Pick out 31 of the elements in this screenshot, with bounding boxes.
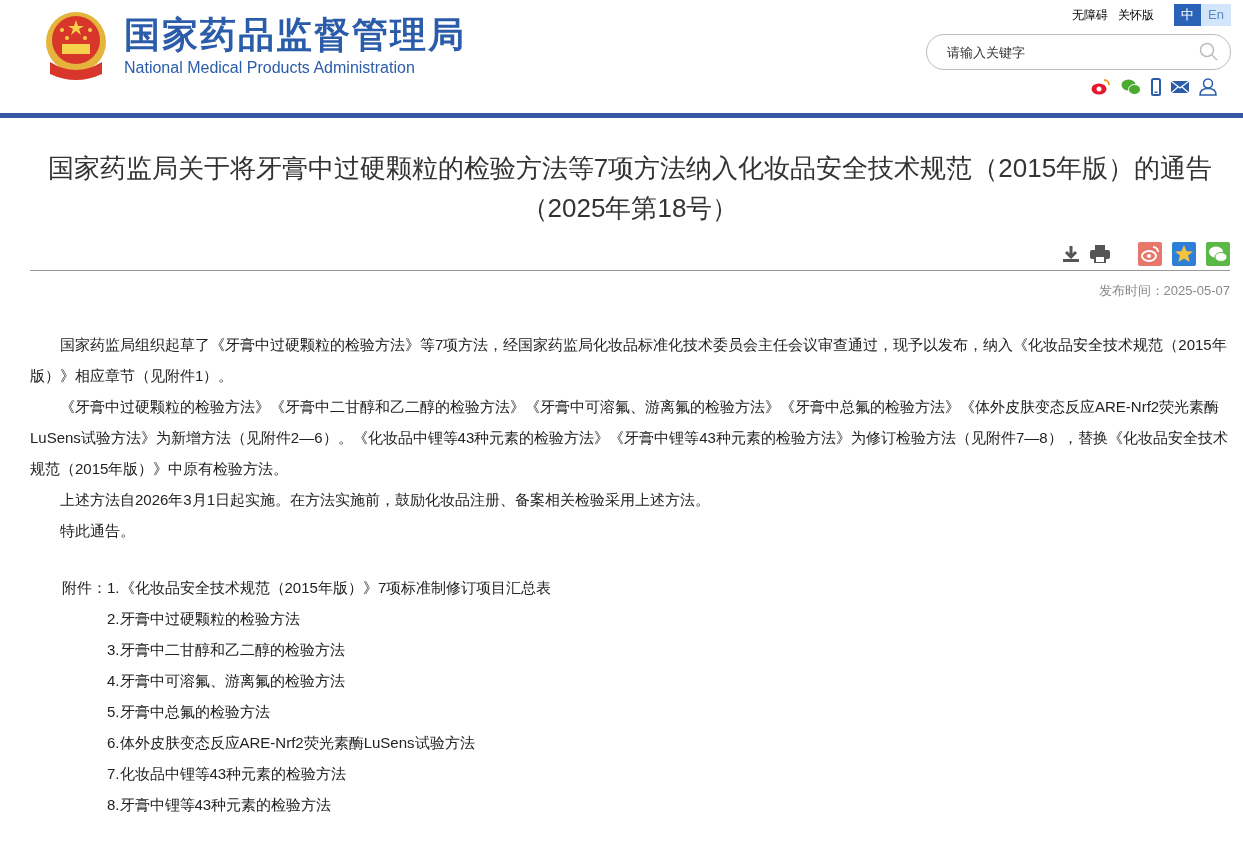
paragraph: 国家药监局组织起草了《牙膏中过硬颗粒的检验方法》等7项方法，经国家药监局化妆品标准化技术委员会主任会议审查通过，现予以发布，纳入《化妆品安全技术规范（2015年版）》相应章节（见附件1）。 <box>30 334 1228 386</box>
user-icon[interactable] <box>1199 78 1217 96</box>
top-link[interactable]: 关怀版 <box>1118 6 1155 24</box>
attachment-link[interactable]: 6.体外皮肤变态反应ARE-Nrf2荧光素酶LuSens试验方法 <box>107 726 475 758</box>
attachment-link[interactable]: 5.牙膏中总氟的检验方法 <box>107 695 270 727</box>
attachment-link[interactable]: 7.化妆品中锂等43种元素的检验方法 <box>107 757 347 789</box>
site-name-english: National Medical Products Administration <box>124 57 416 78</box>
paragraph: 上述方法自2026年3月1日起实施。在方法实施前，鼓励化妆品注册、备案相关检验采用上述方法。 <box>59 489 712 510</box>
site-name: 国家药品监督管理局 <box>124 12 466 57</box>
print-icon[interactable] <box>1090 245 1110 263</box>
attachment-link[interactable]: 1.《化妆品安全技术规范（2015年版）》7项标准制修订项目汇总表 <box>107 571 552 603</box>
weibo-share-icon[interactable] <box>1138 242 1162 266</box>
publish-date: 发布时间：2025-05-07 <box>1098 282 1230 300</box>
search-field[interactable]: 请输入关键字 <box>926 34 1231 70</box>
attachments-label: 附件： <box>61 577 107 598</box>
attachment-link[interactable]: 3.牙膏中二甘醇和乙二醇的检验方法 <box>107 633 345 665</box>
attachment-link[interactable]: 4.牙膏中可溶氟、游离氟的检验方法 <box>107 664 345 696</box>
mobile-phone-icon[interactable] <box>1151 78 1161 96</box>
wechat-share-icon[interactable] <box>1206 242 1230 266</box>
article-title: 国家药监局关于将牙膏中过硬颗粒的检验方法等7项方法纳入化妆品安全技术规范（2015年版）的通告（2025年第18号） <box>46 152 1214 225</box>
weibo-icon[interactable] <box>1091 78 1111 96</box>
download-icon[interactable] <box>1062 245 1080 263</box>
top-link[interactable]: 无障碍 <box>1072 6 1109 24</box>
mail-icon[interactable] <box>1171 80 1189 94</box>
attachment-link[interactable]: 2.牙膏中过硬颗粒的检验方法 <box>107 602 300 634</box>
paragraph: 特此通告。 <box>59 520 136 541</box>
attachment-link[interactable]: 8.牙膏中锂等43种元素的检验方法 <box>107 788 332 820</box>
wechat-icon[interactable] <box>1121 78 1141 96</box>
paragraph: 《牙膏中过硬颗粒的检验方法》《牙膏中二甘醇和乙二醇的检验方法》《牙膏中可溶氟、游离氟的检验方法》《牙膏中总氟的检验方法》《体外皮肤变态反应ARE-Nrf2荧光素酶LuSens试验方法》为新增方法（见附件2—6）。《化妆品中锂等43种元素的检验方法》《牙膏中锂等43种元素的检验方法》为修订检验方法（见附件7—8），替换《化妆品安全技术规范（2015年版）》中原有检验方法。 <box>30 396 1229 479</box>
language-tab[interactable]: 中 <box>1174 4 1202 26</box>
star-share-icon[interactable] <box>1172 242 1196 266</box>
